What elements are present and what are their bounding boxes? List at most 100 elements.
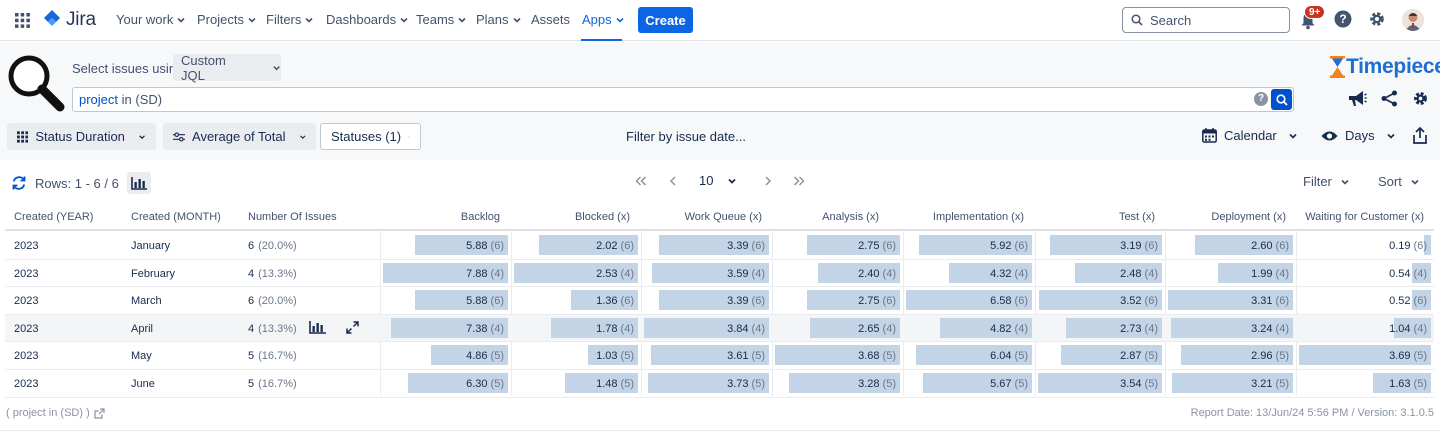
table-row[interactable]: 2023 May 5 (16.7%) 4.86 (5) 1.03 (5) 3.61 (5) 3.68… [5, 342, 1434, 370]
duration-value[interactable]: 3.52 (6) [1120, 295, 1158, 307]
duration-value[interactable]: 3.19 (6) [1120, 240, 1158, 252]
duration-value[interactable]: 5.88 (6) [466, 240, 504, 252]
cell-issue-count[interactable]: 5 (16.7%) [248, 350, 297, 362]
duration-value[interactable]: 2.87 (5) [1120, 350, 1158, 362]
nav-assets[interactable]: Assets [531, 12, 570, 27]
duration-value[interactable]: 2.75 (6) [858, 240, 896, 252]
duration-value[interactable]: 2.96 (5) [1251, 350, 1289, 362]
duration-value[interactable]: 3.73 (5) [727, 378, 765, 390]
header-backlog[interactable]: Backlog [461, 211, 500, 223]
filter-by-date-button[interactable]: Filter by issue date... [626, 129, 746, 144]
duration-value[interactable]: 3.61 (5) [727, 350, 765, 362]
duration-value[interactable]: 5.88 (6) [466, 295, 504, 307]
duration-value[interactable]: 2.60 (6) [1251, 240, 1289, 252]
statuses-dropdown[interactable]: Statuses (1) [320, 123, 421, 150]
duration-value[interactable]: 1.63 (5) [1389, 378, 1427, 390]
duration-value[interactable]: 1.03 (5) [596, 350, 634, 362]
nav-plans[interactable]: Plans [476, 12, 522, 27]
nav-dashboards[interactable]: Dashboards [326, 12, 409, 27]
calendar-dropdown[interactable]: Calendar [1202, 128, 1298, 143]
help-icon[interactable]: ? [1334, 10, 1352, 28]
table-row[interactable]: 2023 March 6 (20.0%) 5.88 (6) 1.36 (6) 3.39 (6) 2.… [5, 287, 1434, 315]
jira-logo[interactable]: Jira [43, 9, 96, 31]
search-input[interactable]: Search [1122, 7, 1290, 33]
duration-value[interactable]: 7.38 (4) [466, 323, 504, 335]
avatar[interactable] [1402, 9, 1424, 31]
sort-dropdown[interactable]: Sort [1378, 174, 1420, 189]
app-switcher-icon[interactable] [15, 13, 30, 28]
duration-value[interactable]: 3.39 (6) [727, 240, 765, 252]
last-page-icon[interactable] [793, 176, 805, 186]
page-size-select[interactable]: 10 [699, 173, 737, 188]
expand-icon[interactable] [346, 321, 359, 334]
table-row[interactable]: 2023 January 6 (20.0%) 5.88 (6) 2.02 (6) 3.39 (6)… [5, 232, 1434, 260]
nav-teams[interactable]: Teams [416, 12, 467, 27]
duration-value[interactable]: 3.24 (4) [1251, 323, 1289, 335]
duration-value[interactable]: 2.53 (4) [596, 268, 634, 280]
duration-value[interactable]: 3.39 (6) [727, 295, 765, 307]
duration-value[interactable]: 3.59 (4) [727, 268, 765, 280]
duration-value[interactable]: 3.28 (5) [858, 378, 896, 390]
status-duration-dropdown[interactable]: Status Duration [7, 123, 156, 150]
duration-value[interactable]: 3.21 (5) [1251, 378, 1289, 390]
export-icon[interactable] [1413, 127, 1427, 144]
duration-value[interactable]: 3.84 (4) [727, 323, 765, 335]
duration-value[interactable]: 3.68 (5) [858, 350, 896, 362]
jql-input[interactable]: project in (SD) [72, 87, 1294, 112]
nav-projects[interactable]: Projects [197, 12, 257, 27]
announcement-icon[interactable] [1348, 90, 1367, 107]
cell-issue-count[interactable]: 5 (16.7%) [248, 378, 297, 390]
header-blocked[interactable]: Blocked (x) [575, 211, 630, 223]
table-row[interactable]: 2023 June 5 (16.7%) 6.30 (5) 1.48 (5) 3.73 (5) 3.2… [5, 370, 1434, 398]
duration-value[interactable]: 2.40 (4) [858, 268, 896, 280]
duration-value[interactable]: 2.65 (4) [858, 323, 896, 335]
header-implementation[interactable]: Implementation (x) [933, 211, 1024, 223]
duration-value[interactable]: 6.30 (5) [466, 378, 504, 390]
header-number-of-issues[interactable]: Number Of Issues [248, 211, 337, 223]
header-created-month[interactable]: Created (MONTH) [131, 211, 221, 223]
settings-icon[interactable] [1412, 90, 1429, 107]
duration-value[interactable]: 3.54 (5) [1120, 378, 1158, 390]
duration-value[interactable]: 3.31 (6) [1251, 295, 1289, 307]
cell-issue-count[interactable]: 6 (20.0%) [248, 295, 297, 307]
header-deployment[interactable]: Deployment (x) [1211, 211, 1286, 223]
nav-your-work[interactable]: Your work [116, 12, 186, 27]
duration-value[interactable]: 6.58 (6) [990, 295, 1028, 307]
share-icon[interactable] [1381, 90, 1398, 107]
jql-search-button[interactable] [1271, 89, 1292, 110]
nav-apps[interactable]: Apps [582, 12, 625, 27]
duration-value[interactable]: 4.32 (4) [990, 268, 1028, 280]
duration-value[interactable]: 3.69 (5) [1389, 350, 1427, 362]
chart-view-button[interactable] [126, 172, 151, 194]
query-mode-select[interactable]: Custom JQL [173, 53, 281, 83]
next-page-icon[interactable] [764, 176, 772, 186]
duration-value[interactable]: 5.92 (6) [990, 240, 1028, 252]
duration-value[interactable]: 1.04 (4) [1389, 323, 1427, 335]
nav-filters[interactable]: Filters [266, 12, 314, 27]
cell-issue-count[interactable]: 4 (13.3%) [248, 268, 297, 280]
duration-value[interactable]: 5.67 (5) [990, 378, 1028, 390]
duration-value[interactable]: 4.86 (5) [466, 350, 504, 362]
duration-value[interactable]: 0.54 (4) [1389, 268, 1427, 280]
average-dropdown[interactable]: Average of Total [163, 123, 316, 150]
duration-value[interactable]: 2.48 (4) [1120, 268, 1158, 280]
days-dropdown[interactable]: Days [1321, 128, 1396, 143]
refresh-icon[interactable] [11, 175, 27, 191]
duration-value[interactable]: 7.88 (4) [466, 268, 504, 280]
duration-value[interactable]: 0.19 (6) [1389, 240, 1427, 252]
cell-issue-count[interactable]: 4 (13.3%) [248, 323, 297, 335]
table-row[interactable]: 2023 April 4 (13.3%) 7.38 (4) 1.78 (4) 3.84 (4) 2.… [5, 314, 1434, 343]
first-page-icon[interactable] [635, 176, 647, 186]
cell-issue-count[interactable]: 6 (20.0%) [248, 240, 297, 252]
previous-page-icon[interactable] [669, 176, 677, 186]
duration-value[interactable]: 2.75 (6) [858, 295, 896, 307]
duration-value[interactable]: 6.04 (5) [990, 350, 1028, 362]
duration-value[interactable]: 1.36 (6) [596, 295, 634, 307]
filter-dropdown[interactable]: Filter [1303, 174, 1350, 189]
header-analysis[interactable]: Analysis (x) [822, 211, 879, 223]
create-button[interactable]: Create [638, 7, 693, 33]
settings-icon[interactable] [1368, 10, 1386, 28]
duration-value[interactable]: 0.52 (6) [1389, 295, 1427, 307]
duration-value[interactable]: 4.82 (4) [990, 323, 1028, 335]
duration-value[interactable]: 2.73 (4) [1120, 323, 1158, 335]
